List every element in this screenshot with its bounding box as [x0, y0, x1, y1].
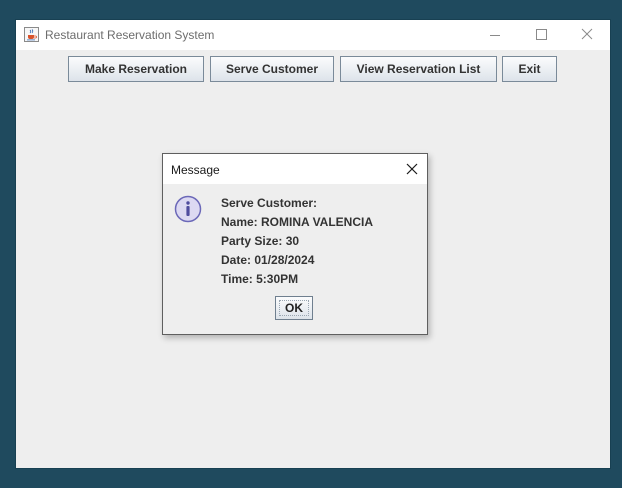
- ok-button[interactable]: OK: [275, 296, 313, 320]
- message-dialog: Message Serve Customer: Name: ROMINA VAL…: [162, 153, 428, 335]
- dialog-title: Message: [171, 163, 220, 177]
- action-button-row: Make Reservation Serve Customer View Res…: [16, 56, 610, 82]
- message-text: Serve Customer: Name: ROMINA VALENCIA Pa…: [221, 194, 421, 289]
- reservation-time: Time: 5:30PM: [221, 272, 299, 286]
- ok-button-label: OK: [285, 301, 303, 315]
- java-cup-icon: [24, 27, 39, 42]
- info-icon: [173, 194, 203, 224]
- title-bar[interactable]: Restaurant Reservation System: [16, 20, 610, 50]
- maximize-icon: [536, 29, 547, 40]
- customer-name: Name: ROMINA VALENCIA: [221, 215, 374, 229]
- reservation-date: Date: 01/28/2024: [221, 253, 315, 267]
- dialog-title-bar[interactable]: Message: [163, 154, 427, 184]
- window-title: Restaurant Reservation System: [45, 28, 215, 42]
- make-reservation-button[interactable]: Make Reservation: [68, 56, 204, 82]
- minimize-icon: [490, 35, 500, 36]
- close-window-button[interactable]: [564, 20, 610, 50]
- dialog-close-button[interactable]: [397, 154, 427, 184]
- minimize-button[interactable]: [472, 20, 518, 50]
- main-window: Restaurant Reservation System Make Reser…: [16, 20, 610, 468]
- view-reservation-list-button[interactable]: View Reservation List: [340, 56, 497, 82]
- maximize-button[interactable]: [518, 20, 564, 50]
- close-icon: [406, 163, 418, 175]
- exit-button[interactable]: Exit: [502, 56, 557, 82]
- party-size: Party Size: 30: [221, 234, 300, 248]
- message-heading: Serve Customer:: [221, 196, 318, 210]
- serve-customer-button[interactable]: Serve Customer: [210, 56, 334, 82]
- close-icon: [581, 28, 593, 40]
